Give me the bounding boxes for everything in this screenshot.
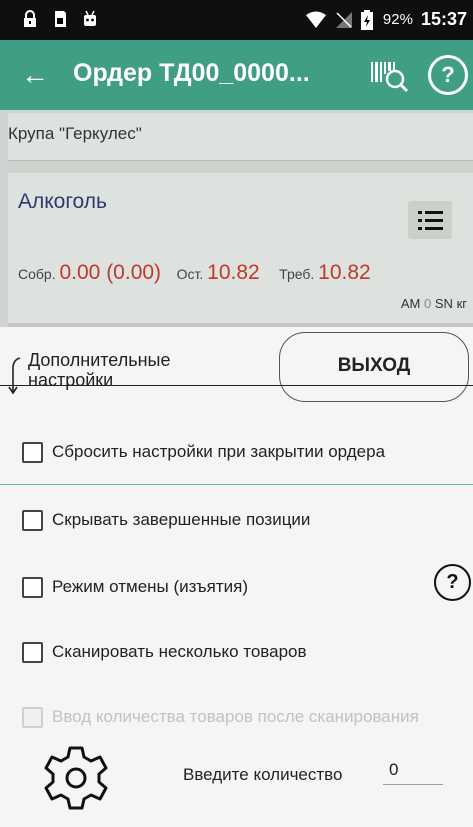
quantity-label: Введите количество [183,765,343,784]
cancel-mode-checkbox[interactable]: Режим отмены (изъятия) [22,572,248,602]
help-button[interactable]: ? [428,55,468,95]
collected-label: Собр. [18,266,56,282]
am-value: 0 [424,296,432,311]
checkbox [22,706,43,728]
exit-button[interactable]: ВЫХОД [279,332,469,402]
checkbox[interactable] [22,641,43,663]
clock: 15:37 [420,9,467,29]
battery-icon [360,9,373,30]
item-quantities: Собр. 0.00 (0.00) Ост. 10.82 Треб. 10.82 [18,261,371,285]
reset-settings-checkbox[interactable]: Сбросить настройки при закрытии ордера [22,437,385,467]
checkbox[interactable] [22,576,43,598]
required-label: Треб. [279,266,315,282]
advanced-settings-label: Дополнительные настройки [28,350,171,390]
advanced-settings-toggle[interactable]: Дополнительные настройки [8,350,248,400]
checkbox[interactable] [22,441,43,463]
page-title: Ордер ТД00_0000... [73,59,310,87]
remaining-value: 10.82 [207,261,260,284]
checkbox-label: Сбросить настройки при закрытии ордера [52,442,386,461]
remaining-label: Ост. [176,266,204,282]
wifi-icon [305,11,326,28]
scan-multiple-checkbox[interactable]: Сканировать несколько товаров [22,637,307,667]
list-item[interactable]: Алкоголь Собр. 0.00 (0.00) Ост. 10.82 Тр… [8,173,473,323]
hide-completed-checkbox[interactable]: Скрывать завершенные позиции [22,505,310,535]
divider [0,385,473,386]
item-units: АМ 0 SN кг [401,296,467,311]
list-item[interactable]: Крупа "Геркулес" [8,113,473,161]
lock-icon [24,10,36,27]
collected-value: 0.00 (0.00) [59,261,162,284]
status-bar: 92% 15:37 [0,0,473,40]
enter-quantity-after-scan-checkbox: Ввод количества товаров после сканирован… [22,702,419,732]
checkbox[interactable] [22,509,43,531]
checkbox-label: Сканировать несколько товаров [52,642,307,661]
order-items-list: Крупа "Геркулес" Алкоголь Собр. 0.00 (0.… [0,110,473,327]
app-bar: ← Ордер ТД00_0000... ? [0,40,473,110]
settings-sheet: Дополнительные настройки ВЫХОД Сбросить … [0,327,473,827]
quantity-input[interactable] [383,755,443,785]
am-label: АМ [400,296,421,311]
cancel-mode-help-button[interactable]: ? [434,564,471,601]
barcode-search-icon[interactable] [369,58,409,94]
sn-label: SN [434,296,453,311]
checkbox-label: Скрывать завершенные позиции [52,510,311,529]
gear-icon[interactable] [40,742,112,814]
sd-card-icon [55,11,66,27]
divider [0,484,473,485]
curved-arrow-down-icon [8,357,21,395]
list-menu-icon[interactable] [408,201,452,239]
back-arrow-icon[interactable]: ← [18,58,52,92]
required-value: 10.82 [318,261,371,284]
checkbox-label: Режим отмены (изъятия) [52,577,249,596]
no-signal-icon [335,11,352,28]
battery-percentage: 92% [382,11,413,28]
unit-label: кг [456,296,467,311]
item-name: Алкоголь [18,190,107,213]
item-name: Крупа "Геркулес" [8,124,142,143]
android-icon [84,10,96,26]
checkbox-label: Ввод количества товаров после сканирован… [52,707,419,726]
